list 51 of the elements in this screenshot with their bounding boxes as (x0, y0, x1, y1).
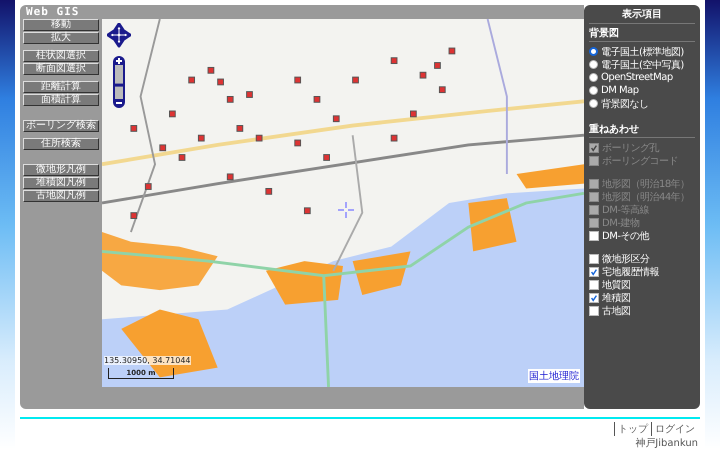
checkbox[interactable] (589, 230, 599, 240)
option-label: 電子国土(標準地図) (601, 46, 684, 58)
option-label: 背景図なし (601, 98, 648, 110)
radio-button[interactable] (589, 47, 598, 56)
tool-button[interactable]: 微地形凡例 (23, 164, 99, 176)
checkbox[interactable] (589, 266, 599, 276)
footer-link[interactable]: ログイン (651, 422, 698, 436)
option-label: DM-その他 (602, 230, 649, 242)
option-label: OpenStreetMap (601, 72, 673, 83)
option-label: DM-建物 (602, 216, 640, 230)
checkbox[interactable] (589, 306, 599, 316)
option-label: ボーリング孔 (602, 142, 659, 154)
option-label: 地形図（明治44年） (602, 190, 690, 204)
site-name: 神戸Jibankun (635, 436, 698, 450)
checkbox[interactable] (589, 280, 599, 290)
option-label: DM-等高線 (602, 204, 649, 216)
option-label: 地質図 (602, 278, 630, 292)
option-label: ボーリングコード (602, 154, 678, 168)
tool-button[interactable]: 距離計算 (23, 81, 99, 93)
section-heading: 背景図 (589, 26, 695, 42)
crosshair-icon (338, 202, 354, 218)
tool-button[interactable]: ボーリング検索 (23, 120, 99, 132)
tool-button[interactable]: 柱状図選択 (23, 50, 99, 62)
option-label: 地形図（明治18年） (602, 178, 690, 190)
zoom-slider-thumb[interactable] (114, 84, 124, 87)
tool-button[interactable]: 住所検索 (23, 138, 99, 150)
radio-button[interactable] (589, 73, 598, 82)
tool-button[interactable]: 面積計算 (23, 94, 99, 106)
option-label: 微地形区分 (602, 252, 650, 266)
option-label: 堆積図 (602, 292, 630, 304)
checkbox[interactable] (589, 292, 599, 302)
panel-title: 表示項目 (589, 7, 695, 24)
option-label: 電子国土(空中写真) (601, 58, 684, 72)
section-heading: 重ねあわせ (589, 122, 695, 138)
tool-button[interactable]: 堆積図凡例 (23, 177, 99, 189)
tool-button[interactable]: 古地図凡例 (23, 190, 99, 202)
option-label: 古地図 (602, 304, 630, 318)
tool-button[interactable]: 断面図選択 (23, 63, 99, 75)
footer-link[interactable]: トップ (614, 422, 651, 436)
tool-button[interactable]: 移動 (23, 19, 99, 31)
option-label: 宅地履歴情報 (602, 266, 659, 278)
radio-button[interactable] (589, 99, 598, 108)
attribution-label: 国土地理院 (528, 369, 580, 383)
option-label: DM Map (601, 85, 639, 96)
radio-button[interactable] (589, 60, 598, 69)
app-title: Web GIS (25, 5, 80, 19)
coordinate-readout: 135.30950, 34.71044 (104, 356, 191, 365)
tool-button[interactable]: 拡大 (23, 32, 99, 44)
checkbox[interactable] (589, 254, 599, 264)
radio-button[interactable] (589, 86, 598, 95)
zoom-slider[interactable] (112, 55, 126, 109)
